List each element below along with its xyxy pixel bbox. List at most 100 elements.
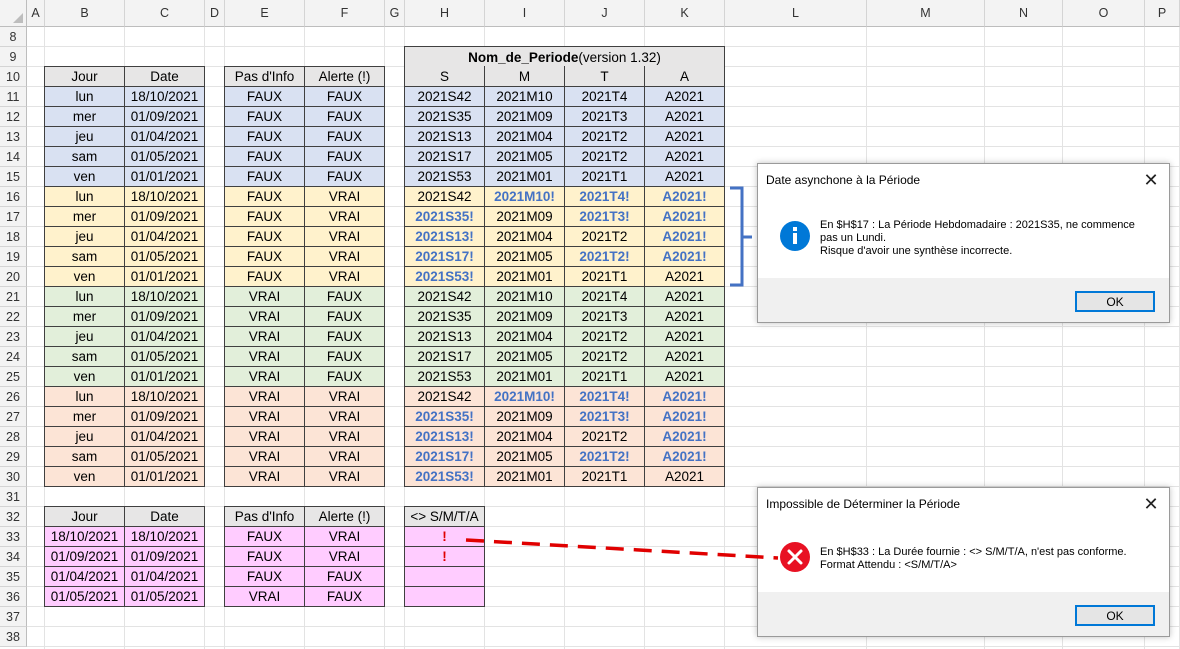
cell-periode-t[interactable]: 2021T3! [564, 206, 645, 227]
row-header-24[interactable]: 24 [0, 347, 27, 367]
cell-jour[interactable]: sam [44, 146, 125, 167]
row-header-36[interactable]: 36 [0, 587, 27, 607]
cell-periode-s[interactable]: 2021S17! [404, 246, 485, 267]
error-dialog[interactable]: Impossible de Déterminer la Période ✕ En… [757, 487, 1170, 637]
column-header-m[interactable]: M [867, 0, 985, 27]
cell-pas-info[interactable]: FAUX [224, 206, 305, 227]
header2-duree[interactable]: <> S/M/T/A [404, 506, 485, 527]
cell-date[interactable]: 01/04/2021 [124, 226, 205, 247]
header-a[interactable]: A [644, 66, 725, 87]
cell-periode-m[interactable]: 2021M05 [484, 446, 565, 467]
row-header-22[interactable]: 22 [0, 307, 27, 327]
cell-alerte[interactable]: FAUX [304, 126, 385, 147]
row-header-35[interactable]: 35 [0, 567, 27, 587]
cell-date[interactable]: 01/09/2021 [124, 406, 205, 427]
row-header-27[interactable]: 27 [0, 407, 27, 427]
cell-jour[interactable]: mer [44, 206, 125, 227]
header-alerte[interactable]: Alerte (!) [304, 66, 385, 87]
column-header-l[interactable]: L [725, 0, 867, 27]
cell-periode-a[interactable]: A2021! [644, 426, 725, 447]
cell-alerte[interactable]: VRAI [304, 226, 385, 247]
cell-date[interactable]: 01/04/2021 [124, 126, 205, 147]
cell-date[interactable]: 01/04/2021 [124, 426, 205, 447]
row-header-21[interactable]: 21 [0, 287, 27, 307]
cell-jour[interactable]: lun [44, 286, 125, 307]
cell2-duree[interactable] [404, 566, 485, 587]
cell-periode-m[interactable]: 2021M09 [484, 306, 565, 327]
cell-date[interactable]: 18/10/2021 [124, 286, 205, 307]
cell-alerte[interactable]: VRAI [304, 206, 385, 227]
cell-periode-t[interactable]: 2021T2 [564, 146, 645, 167]
cell-periode-m[interactable]: 2021M04 [484, 126, 565, 147]
close-icon[interactable]: ✕ [1141, 170, 1161, 190]
cell-periode-m[interactable]: 2021M10 [484, 86, 565, 107]
cell-pas-info[interactable]: VRAI [224, 426, 305, 447]
cell-date[interactable]: 01/01/2021 [124, 166, 205, 187]
cell2-alerte[interactable]: FAUX [304, 586, 385, 607]
header2-alerte[interactable]: Alerte (!) [304, 506, 385, 527]
cell-periode-s[interactable]: 2021S17 [404, 146, 485, 167]
cell-periode-m[interactable]: 2021M10 [484, 286, 565, 307]
ok-button[interactable]: OK [1075, 605, 1155, 626]
column-header-o[interactable]: O [1063, 0, 1145, 27]
row-header-9[interactable]: 9 [0, 47, 27, 67]
cell-periode-m[interactable]: 2021M01 [484, 266, 565, 287]
cell-periode-s[interactable]: 2021S53 [404, 366, 485, 387]
row-header-20[interactable]: 20 [0, 267, 27, 287]
cell2-alerte[interactable]: FAUX [304, 566, 385, 587]
cell-periode-a[interactable]: A2021 [644, 326, 725, 347]
cell-periode-s[interactable]: 2021S35! [404, 206, 485, 227]
cell-periode-m[interactable]: 2021M09 [484, 106, 565, 127]
cell-periode-s[interactable]: 2021S17! [404, 446, 485, 467]
cell2-duree[interactable] [404, 586, 485, 607]
cell-alerte[interactable]: VRAI [304, 406, 385, 427]
cell-periode-a[interactable]: A2021! [644, 246, 725, 267]
cell-periode-t[interactable]: 2021T3 [564, 306, 645, 327]
cell-date[interactable]: 01/05/2021 [124, 246, 205, 267]
column-header-h[interactable]: H [405, 0, 485, 27]
cell-periode-a[interactable]: A2021! [644, 406, 725, 427]
row-header-25[interactable]: 25 [0, 367, 27, 387]
row-header-29[interactable]: 29 [0, 447, 27, 467]
row-header-16[interactable]: 16 [0, 187, 27, 207]
cell-periode-s[interactable]: 2021S13 [404, 326, 485, 347]
cell-periode-m[interactable]: 2021M01 [484, 166, 565, 187]
row-header-32[interactable]: 32 [0, 507, 27, 527]
cell2-jour[interactable]: 01/05/2021 [44, 586, 125, 607]
cell-periode-s[interactable]: 2021S53 [404, 166, 485, 187]
row-header-19[interactable]: 19 [0, 247, 27, 267]
cell-pas-info[interactable]: FAUX [224, 266, 305, 287]
row-header-38[interactable]: 38 [0, 627, 27, 647]
cell-periode-t[interactable]: 2021T2 [564, 426, 645, 447]
cell-periode-m[interactable]: 2021M04 [484, 226, 565, 247]
cell2-date[interactable]: 18/10/2021 [124, 526, 205, 547]
cell-periode-t[interactable]: 2021T1 [564, 166, 645, 187]
cell-date[interactable]: 01/04/2021 [124, 326, 205, 347]
cell-periode-a[interactable]: A2021 [644, 106, 725, 127]
cell-periode-s[interactable]: 2021S13! [404, 226, 485, 247]
ok-button[interactable]: OK [1075, 291, 1155, 312]
cell-alerte[interactable]: FAUX [304, 366, 385, 387]
cell-alerte[interactable]: VRAI [304, 266, 385, 287]
cell-date[interactable]: 01/05/2021 [124, 446, 205, 467]
cell-alerte[interactable]: FAUX [304, 346, 385, 367]
cell-date[interactable]: 01/09/2021 [124, 106, 205, 127]
cell-periode-s[interactable]: 2021S17 [404, 346, 485, 367]
row-header-14[interactable]: 14 [0, 147, 27, 167]
cell2-date[interactable]: 01/09/2021 [124, 546, 205, 567]
cell-pas-info[interactable]: VRAI [224, 466, 305, 487]
cell-date[interactable]: 01/09/2021 [124, 306, 205, 327]
row-header-37[interactable]: 37 [0, 607, 27, 627]
cell2-pas-info[interactable]: FAUX [224, 566, 305, 587]
cell-periode-s[interactable]: 2021S13 [404, 126, 485, 147]
header-m[interactable]: M [484, 66, 565, 87]
cell-jour[interactable]: lun [44, 186, 125, 207]
cell-periode-m[interactable]: 2021M01 [484, 466, 565, 487]
cell2-pas-info[interactable]: FAUX [224, 546, 305, 567]
cell-periode-t[interactable]: 2021T3! [564, 406, 645, 427]
header-jour[interactable]: Jour [44, 66, 125, 87]
close-icon[interactable]: ✕ [1141, 494, 1161, 514]
cell-periode-a[interactable]: A2021 [644, 466, 725, 487]
row-header-31[interactable]: 31 [0, 487, 27, 507]
cell-jour[interactable]: jeu [44, 126, 125, 147]
